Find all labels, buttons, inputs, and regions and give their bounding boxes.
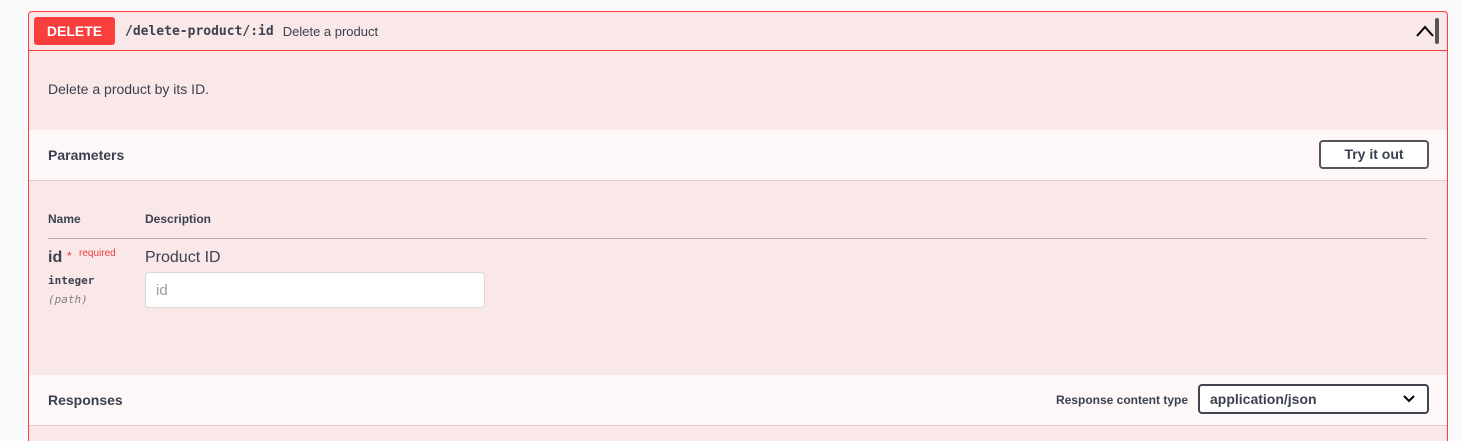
response-content-type-value: application/json bbox=[1210, 391, 1317, 407]
parameter-description: Product ID bbox=[145, 249, 221, 266]
operation-summary[interactable]: DELETE /delete-product/:id Delete a prod… bbox=[29, 12, 1447, 51]
parameters-title: Parameters bbox=[48, 147, 125, 163]
operation-block-delete: DELETE /delete-product/:id Delete a prod… bbox=[28, 11, 1448, 441]
responses-header: Responses Response content type applicat… bbox=[29, 375, 1447, 426]
operation-summary-text: Delete a product bbox=[282, 23, 379, 39]
operation-path: /delete-product/:id bbox=[125, 23, 274, 39]
operation-description: Delete a product by its ID. bbox=[48, 81, 210, 97]
table-divider bbox=[48, 238, 1427, 239]
required-label: required bbox=[79, 248, 116, 259]
id-input[interactable] bbox=[145, 272, 485, 308]
response-content-type-select[interactable]: application/json bbox=[1198, 384, 1429, 414]
scrollbar-thumb[interactable] bbox=[1435, 18, 1439, 44]
column-header-name: Name bbox=[48, 212, 81, 226]
required-marker: * bbox=[67, 249, 72, 263]
http-method-badge: DELETE bbox=[34, 17, 115, 45]
chevron-down-icon bbox=[1403, 395, 1415, 403]
parameters-header: Parameters Try it out bbox=[29, 130, 1447, 181]
try-it-out-button[interactable]: Try it out bbox=[1319, 140, 1429, 169]
parameter-type: integer bbox=[48, 274, 95, 287]
response-content-type-label: Response content type bbox=[1055, 393, 1188, 407]
column-header-description: Description bbox=[145, 212, 212, 226]
chevron-up-icon[interactable] bbox=[1415, 23, 1435, 39]
parameter-name: id bbox=[48, 249, 63, 266]
responses-title: Responses bbox=[48, 392, 123, 408]
parameter-location: (path) bbox=[48, 293, 88, 306]
